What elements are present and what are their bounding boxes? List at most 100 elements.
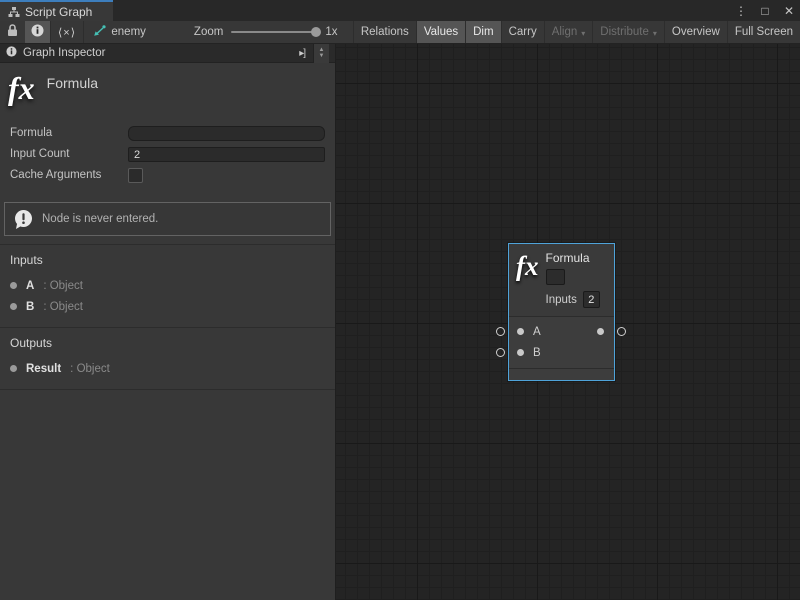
inspector-toggle-button[interactable] [25, 21, 51, 43]
field-label: Input Count [10, 148, 128, 160]
formula-node-header[interactable]: fx Formula Inputs 2 [509, 244, 614, 317]
code-preview-button[interactable]: ⟨×⟩ [51, 21, 83, 43]
port-type: Object [50, 301, 83, 313]
inspector-node-title: Formula [47, 75, 98, 91]
warning-text: Node is never entered. [42, 213, 158, 225]
graph-breadcrumb[interactable]: enemy [83, 21, 156, 43]
port-separator: : [43, 280, 46, 292]
port-label: B [533, 347, 541, 359]
inputs-section: Inputs A : Object B : Object [0, 244, 335, 327]
port-separator: : [70, 363, 73, 375]
port-name: B [26, 301, 34, 313]
arrow-down-icon[interactable]: ▼ [319, 53, 325, 59]
field-label: Cache Arguments [10, 169, 128, 181]
chevron-down-icon: ▾ [653, 29, 657, 38]
formula-fx-icon: fx [516, 253, 539, 316]
port-label: A [533, 326, 541, 338]
output-item-result: Result : Object [10, 358, 325, 379]
external-port-circle-result[interactable] [617, 327, 626, 336]
formula-input[interactable] [128, 126, 325, 141]
window-controls: ⋮ □ ✕ [734, 0, 796, 21]
field-row-formula: Formula [10, 123, 325, 143]
node-inputs-label: Inputs [546, 294, 577, 306]
formula-fx-icon: fx [8, 73, 35, 103]
window-menu-icon[interactable]: ⋮ [734, 4, 748, 18]
graph-toolbar: ⟨×⟩ enemy Zoom 1x Relations Valu [0, 21, 800, 44]
input-count-input[interactable]: 2 [128, 147, 325, 162]
external-port-circle-a[interactable] [496, 327, 505, 336]
toolbar-button-dim[interactable]: Dim [466, 21, 501, 43]
input-port-a[interactable] [517, 328, 524, 335]
port-bullet-icon [10, 365, 17, 372]
button-label: Full Screen [735, 26, 793, 38]
panel-scroll-spinner[interactable]: ▲ ▼ [313, 44, 329, 63]
graph-name-label: enemy [111, 26, 146, 38]
button-label: Dim [473, 26, 493, 38]
inspector-header: Graph Inspector ▸] ▲ ▼ [0, 44, 335, 63]
zoom-slider-handle[interactable] [311, 27, 321, 37]
zoom-value: 1x [325, 26, 337, 38]
input-port-b[interactable] [517, 349, 524, 356]
input-item-b: B : Object [10, 296, 325, 317]
info-icon [6, 46, 17, 60]
toolbar-button-relations[interactable]: Relations [354, 21, 417, 43]
button-label: Values [424, 26, 458, 38]
port-bullet-icon [10, 303, 17, 310]
node-formula-input[interactable] [546, 269, 565, 285]
graph-canvas[interactable]: fx Formula Inputs 2 A B [336, 44, 800, 600]
inspector-fields: Formula Input Count 2 Cache Arguments [0, 117, 335, 190]
hierarchy-icon [8, 6, 20, 18]
outputs-section: Outputs Result : Object [0, 327, 335, 389]
node-title: Formula [546, 251, 600, 265]
port-bullet-icon [10, 282, 17, 289]
field-label: Formula [10, 127, 128, 139]
inspector-empty-area [0, 389, 335, 600]
zoom-label: Zoom [194, 26, 223, 38]
toolbar-button-distribute[interactable]: Distribute ▾ [593, 21, 665, 43]
button-label: Relations [361, 26, 409, 38]
lock-button[interactable] [0, 21, 25, 43]
field-row-cache-arguments: Cache Arguments [10, 165, 325, 185]
toolbar-button-fullscreen[interactable]: Full Screen [728, 21, 800, 43]
script-graph-asset-icon [93, 25, 106, 40]
window-close-icon[interactable]: ✕ [782, 4, 796, 18]
tab-label: Script Graph [25, 5, 92, 19]
port-type: Object [50, 280, 83, 292]
toolbar-button-values[interactable]: Values [417, 21, 466, 43]
formula-node[interactable]: fx Formula Inputs 2 A B [508, 243, 615, 381]
port-name: A [26, 280, 34, 292]
lock-icon [7, 24, 18, 40]
unity-visual-scripting-window: Script Graph ⋮ □ ✕ [0, 0, 800, 600]
button-label: Carry [509, 26, 537, 38]
chevron-down-icon: ▾ [581, 29, 585, 38]
button-label: Overview [672, 26, 720, 38]
inputs-header: Inputs [10, 253, 325, 267]
toolbar-button-align[interactable]: Align ▾ [545, 21, 594, 43]
outputs-header: Outputs [10, 336, 325, 350]
button-label: Distribute [600, 26, 649, 38]
toolbar-button-carry[interactable]: Carry [502, 21, 545, 43]
port-name: Result [26, 363, 61, 375]
dock-panel-icon[interactable]: ▸] [297, 48, 307, 59]
warning-banner: Node is never entered. [4, 202, 331, 236]
node-title-block: fx Formula [0, 63, 335, 117]
toolbar-button-overview[interactable]: Overview [665, 21, 728, 43]
input-port-row-b: B [509, 342, 614, 363]
external-port-circle-b[interactable] [496, 348, 505, 357]
output-port-result[interactable] [597, 328, 604, 335]
tab-script-graph[interactable]: Script Graph [0, 0, 113, 21]
zoom-control: Zoom 1x [184, 21, 348, 43]
graph-inspector-panel: Graph Inspector ▸] ▲ ▼ fx Formula Formul… [0, 44, 336, 600]
tab-bar: Script Graph ⋮ □ ✕ [0, 0, 800, 21]
info-icon [31, 24, 44, 40]
window-maximize-icon[interactable]: □ [758, 4, 772, 18]
node-inputs-count-input[interactable]: 2 [583, 291, 600, 308]
warning-bubble-icon [13, 209, 34, 230]
port-type: Object [77, 363, 110, 375]
zoom-slider[interactable] [231, 31, 317, 33]
input-item-a: A : Object [10, 275, 325, 296]
cache-arguments-checkbox[interactable] [128, 168, 143, 183]
field-row-input-count: Input Count 2 [10, 144, 325, 164]
node-ports-section: A B [509, 317, 614, 368]
port-separator: : [43, 301, 46, 313]
